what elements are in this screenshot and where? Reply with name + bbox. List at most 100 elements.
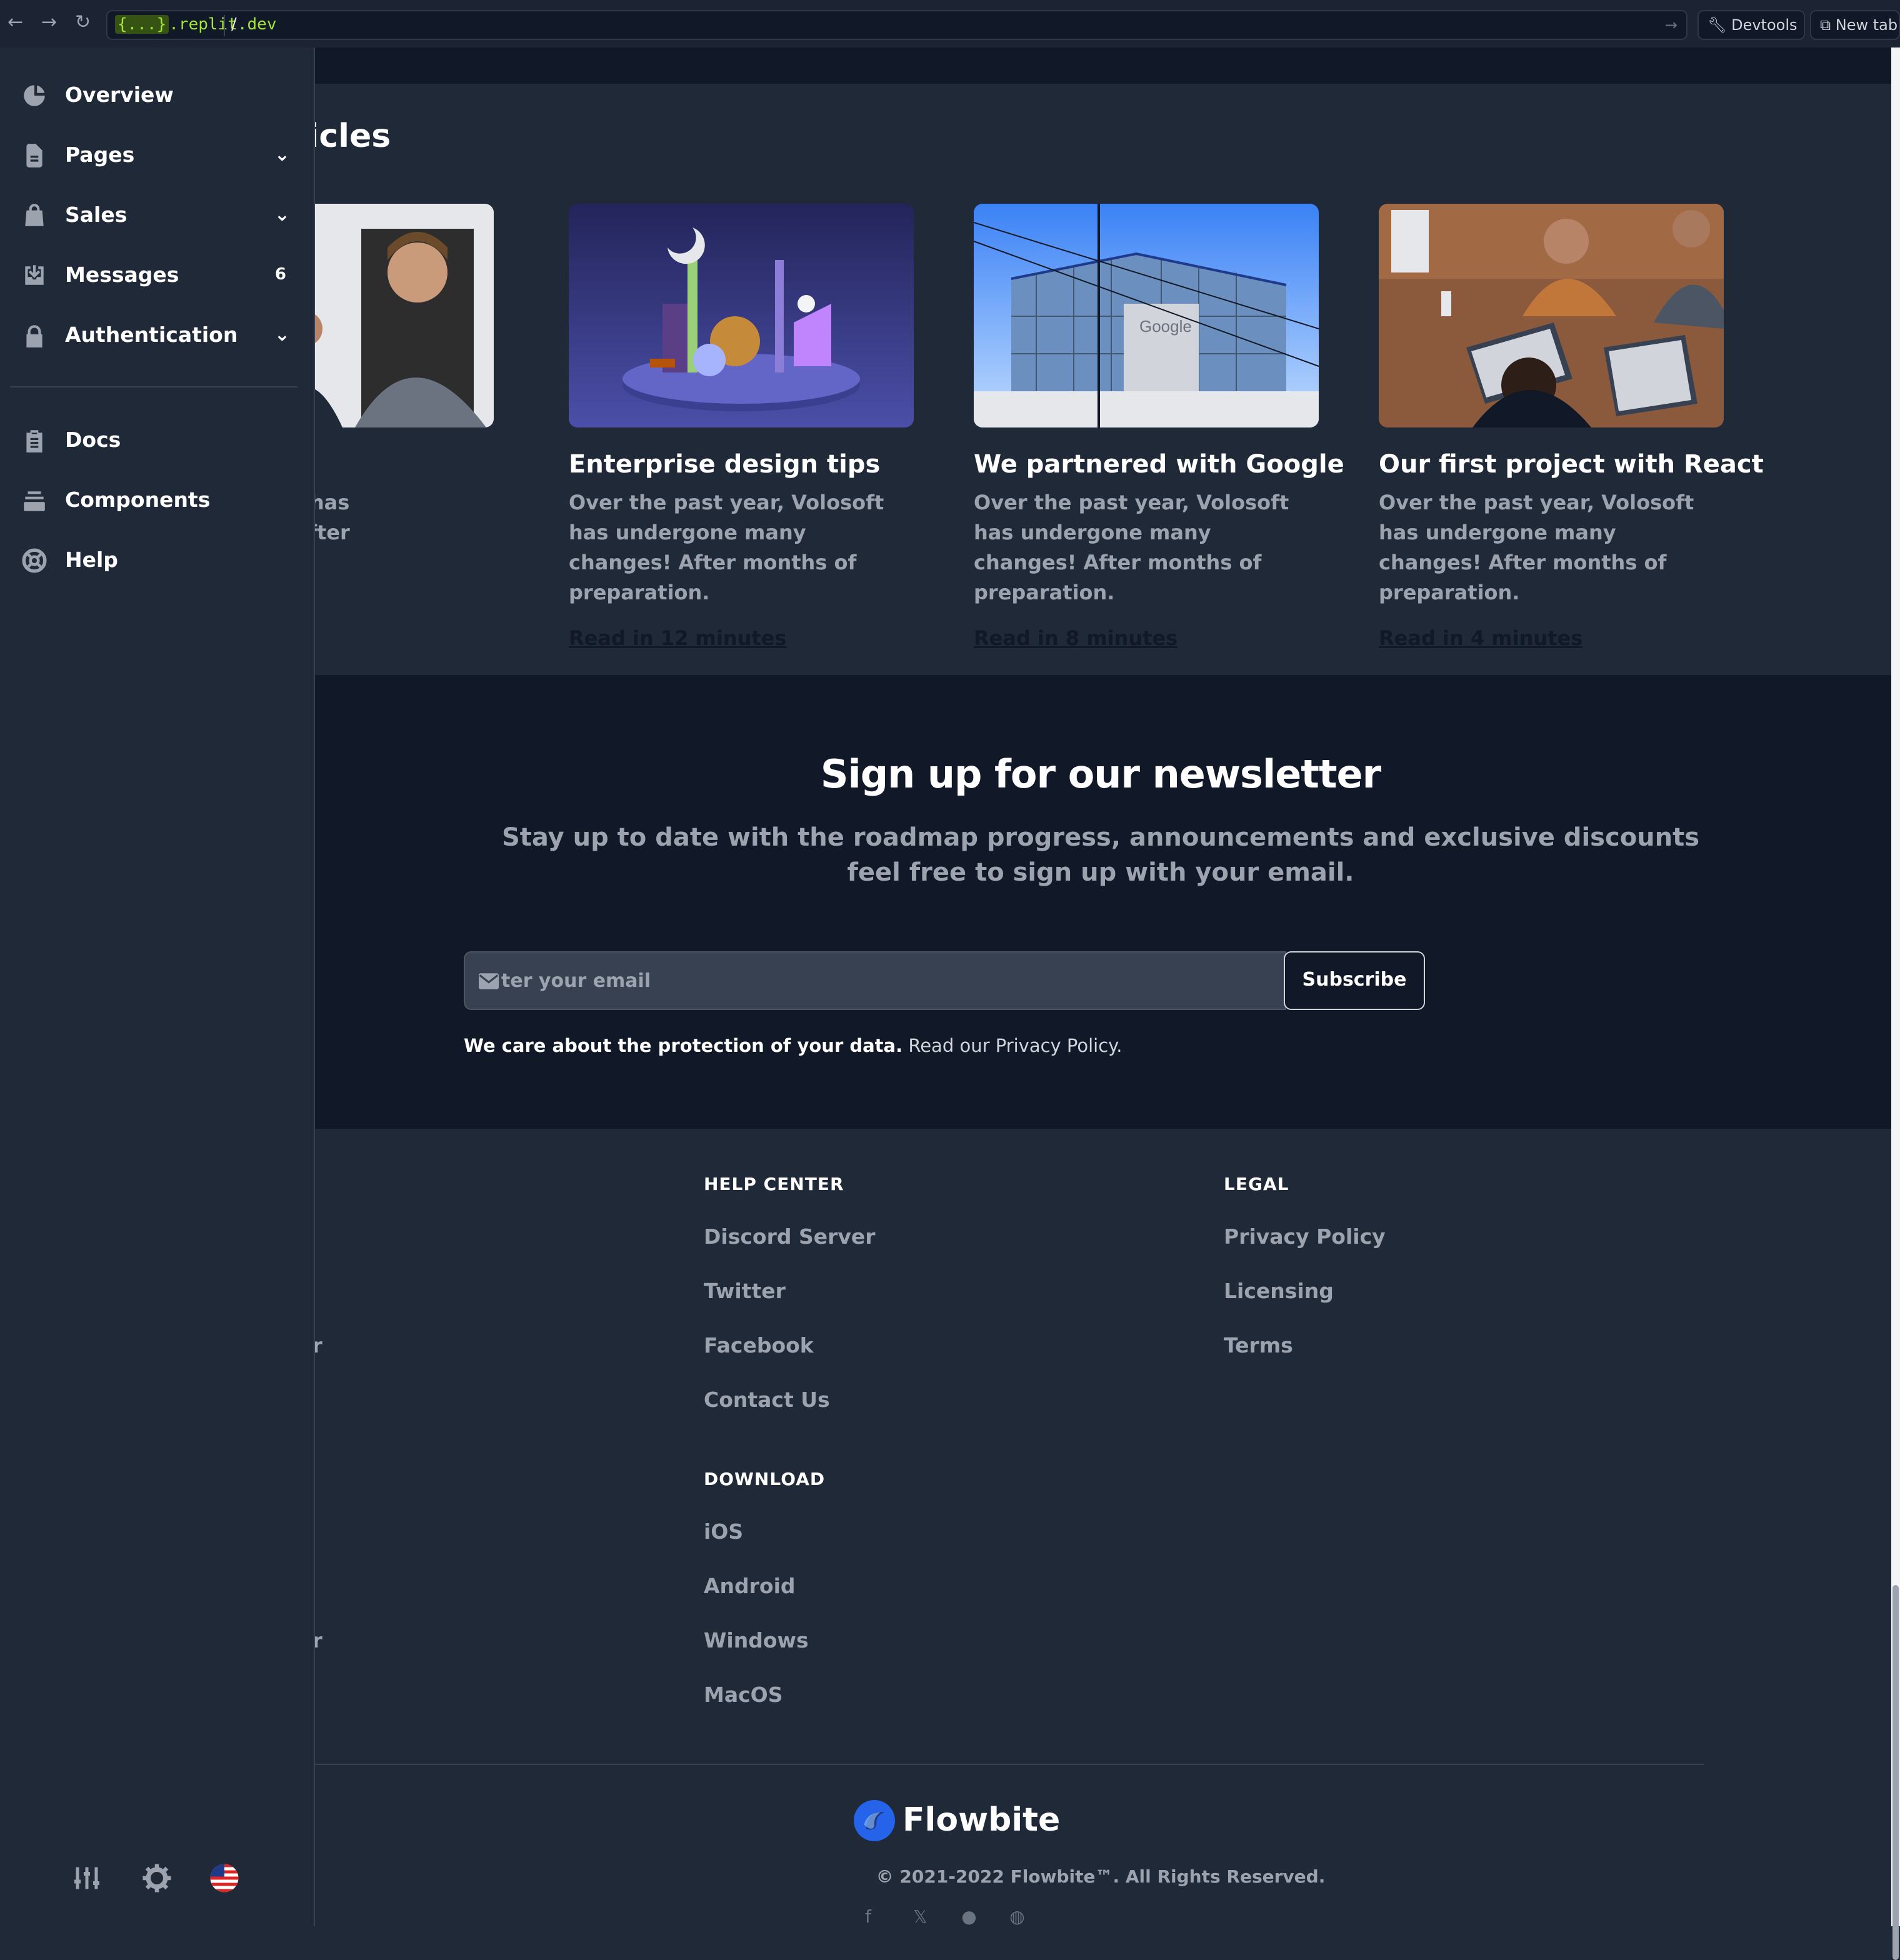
sidebar-item-messages[interactable]: Messages 6 — [21, 255, 290, 299]
sidebar-item-label: Help — [65, 548, 118, 572]
footer-link-privacy[interactable]: Privacy Policy — [1224, 1224, 1386, 1249]
article-card[interactable]: Enterprise design tips Over the past yea… — [569, 204, 914, 650]
sidebar-item-label: Docs — [65, 428, 121, 452]
sidebar-item-overview[interactable]: Overview — [21, 75, 290, 119]
article-read-link[interactable]: Read in 12 minutes — [569, 626, 914, 650]
footer-link-macos[interactable]: MacOS — [704, 1682, 825, 1707]
article-title: We partnered with Google — [974, 450, 1344, 479]
scrollbar[interactable] — [1891, 48, 1900, 1960]
article-excerpt: Over the past year, Volosoft has undergo… — [974, 491, 1289, 604]
article-image-3d-shapes — [569, 204, 914, 428]
article-title: Enterprise design tips — [569, 450, 881, 479]
privacy-notice: We care about the protection of your dat… — [464, 1035, 1122, 1056]
address-bar[interactable]: {...} .replit.dev / → — [106, 10, 1688, 40]
sidebar-item-docs[interactable]: Docs — [21, 420, 290, 464]
footer-link-licensing[interactable]: Licensing — [1224, 1279, 1386, 1303]
chevron-down-icon[interactable]: ⌄ — [274, 144, 290, 166]
article-read-link[interactable]: Read in 4 minutes — [1379, 626, 1724, 650]
back-arrow-icon[interactable]: ← — [8, 11, 23, 33]
footer-link-discord[interactable]: Discord Server — [704, 1224, 876, 1249]
url-domain: {...} .replit.dev — [115, 15, 276, 34]
envelope-icon — [479, 973, 499, 989]
reload-icon[interactable]: ↻ — [75, 11, 91, 33]
document-icon — [26, 144, 42, 168]
go-arrow-icon[interactable]: → — [1665, 16, 1678, 34]
article-excerpt: Over the past year, Volosoft has undergo… — [569, 491, 884, 604]
scrollbar-thumb[interactable] — [1892, 1585, 1899, 1960]
footer-download: DOWNLOAD iOS Android Windows MacOS — [704, 1469, 825, 1707]
copyright: © 2021-2022 Flowbite™. All Rights Reserv… — [876, 1866, 1326, 1887]
footer-divider — [315, 1764, 1704, 1765]
support-icon — [22, 548, 47, 573]
article-image-google-building: Google — [974, 204, 1319, 428]
url-separator — [224, 15, 225, 36]
facebook-icon[interactable]: f — [865, 1906, 884, 1927]
chevron-down-icon[interactable]: ⌄ — [274, 324, 290, 346]
adjustments-icon[interactable] — [71, 1862, 102, 1894]
sidebar-item-label: Authentication — [65, 322, 238, 347]
footer-legal: LEGAL Privacy Policy Licensing Terms — [1224, 1174, 1386, 1358]
footer-link-twitter[interactable]: Twitter — [704, 1279, 876, 1303]
footer-link-contact[interactable]: Contact Us — [704, 1388, 876, 1412]
shopping-bag-icon — [25, 204, 44, 226]
dribbble-icon[interactable]: ◍ — [1009, 1906, 1028, 1927]
article-card[interactable]: Google We partnered with Google Over the… — [974, 204, 1344, 650]
article-read-link[interactable]: Read in 8 minutes — [974, 626, 1319, 650]
browser-toolbar: ← → ↻ {...} .replit.dev / → 🔧︎ Devtools ⧉… — [0, 0, 1900, 48]
newsletter-subtitle: Stay up to date with the roadmap progres… — [501, 823, 1700, 887]
messages-count-badge: 6 — [274, 265, 286, 284]
sidebar-item-label: Overview — [65, 82, 174, 107]
gear-icon[interactable] — [141, 1862, 172, 1894]
collection-icon — [24, 491, 45, 511]
chevron-down-icon[interactable]: ⌄ — [274, 204, 290, 226]
brand-name: Flowbite — [902, 1801, 1061, 1839]
article-image-team-laptops — [1379, 204, 1724, 428]
x-twitter-icon[interactable]: 𝕏 — [913, 1906, 932, 1927]
newsletter-section: Sign up for our newsletter Stay up to da… — [315, 675, 1891, 1129]
sidebar-divider — [10, 386, 298, 388]
email-field[interactable] — [464, 951, 1286, 1010]
external-link-icon: ⧉ — [1820, 16, 1831, 34]
footer-link-windows[interactable]: Windows — [704, 1628, 825, 1652]
sidebar-item-authentication[interactable]: Authentication ⌄ — [21, 315, 290, 359]
new-tab-button[interactable]: ⧉ New tab — [1810, 10, 1900, 40]
sidebar-item-help[interactable]: Help — [21, 540, 290, 584]
sidebar-item-label: Messages — [65, 262, 179, 287]
sidebar-item-sales[interactable]: Sales ⌄ — [21, 195, 290, 239]
github-icon[interactable]: ● — [961, 1906, 980, 1927]
footer-heading: HELP CENTER — [704, 1174, 844, 1194]
articles-section: rticles ce year, Volosoft has ny changes… — [149, 84, 1891, 675]
footer-heading: DOWNLOAD — [704, 1469, 826, 1489]
sidebar-item-label: Sales — [65, 202, 128, 227]
sidebar-item-label: Pages — [65, 142, 135, 167]
footer: r r HELP CENTER Discord Server Twitter F… — [312, 1129, 1891, 1927]
flowbite-logo-icon — [854, 1800, 895, 1841]
sidebar: Overview Pages ⌄ Sales ⌄ Messages 6 Auth… — [0, 48, 315, 1926]
social-links: f 𝕏 ● ◍ — [865, 1906, 1054, 1927]
article-title: Our first project with React — [1379, 450, 1764, 479]
svg-text:Google: Google — [1139, 317, 1192, 336]
footer-link-terms[interactable]: Terms — [1224, 1333, 1386, 1358]
article-card[interactable]: Our first project with React Over the pa… — [1379, 204, 1764, 650]
email-input[interactable] — [465, 952, 1285, 1009]
wrench-icon: 🔧︎ — [1708, 16, 1727, 34]
subscribe-button[interactable]: Subscribe — [1284, 951, 1425, 1010]
devtools-button[interactable]: 🔧︎ Devtools — [1698, 10, 1805, 40]
inbox-in-icon — [25, 265, 44, 285]
forward-arrow-icon[interactable]: → — [41, 11, 57, 33]
footer-heading: LEGAL — [1224, 1174, 1289, 1194]
us-flag-icon[interactable] — [209, 1862, 240, 1894]
footer-link-ios[interactable]: iOS — [704, 1519, 825, 1544]
footer-link-facebook[interactable]: Facebook — [704, 1333, 876, 1358]
privacy-policy-link[interactable]: Read our Privacy Policy. — [908, 1035, 1122, 1056]
clipboard-list-icon — [26, 430, 42, 452]
footer-link-android[interactable]: Android — [704, 1574, 825, 1598]
article-excerpt: Over the past year, Volosoft has undergo… — [1379, 491, 1694, 604]
newsletter-title: Sign up for our newsletter — [820, 751, 1381, 797]
sidebar-item-label: Components — [65, 488, 211, 512]
footer-help-center: HELP CENTER Discord Server Twitter Faceb… — [704, 1174, 876, 1412]
chart-pie-icon — [24, 85, 45, 106]
url-path[interactable]: / — [231, 15, 237, 34]
sidebar-item-pages[interactable]: Pages ⌄ — [21, 135, 290, 179]
sidebar-item-components[interactable]: Components — [21, 480, 290, 524]
